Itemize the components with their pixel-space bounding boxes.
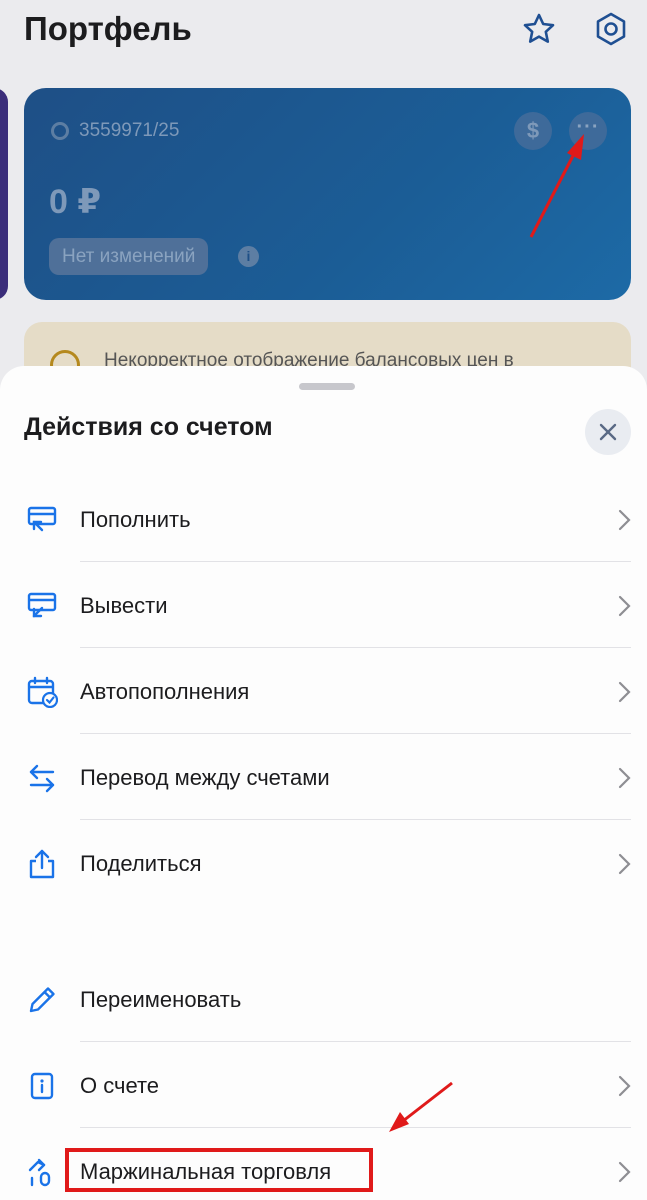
action-label: О счете <box>80 1073 160 1098</box>
close-icon <box>599 423 617 441</box>
action-transfer[interactable]: Перевод между счетами <box>0 734 647 820</box>
action-deposit[interactable]: Пополнить <box>0 476 647 562</box>
chevron-right-icon <box>618 853 631 875</box>
transfer-arrows-icon <box>29 764 55 793</box>
withdraw-icon <box>27 592 57 618</box>
action-label: Вывести <box>80 593 168 618</box>
action-about-account[interactable]: О счете <box>0 1042 647 1128</box>
close-button[interactable] <box>585 409 631 455</box>
action-rename[interactable]: Переименовать <box>0 956 647 1042</box>
annotation-arrow-top <box>529 134 584 238</box>
margin-trading-icon <box>28 1158 51 1187</box>
chevron-right-icon <box>618 681 631 703</box>
info-card-icon <box>30 1072 54 1100</box>
chevron-right-icon <box>618 509 631 531</box>
chevron-right-icon <box>618 1075 631 1097</box>
annotation-highlight-box <box>65 1148 373 1192</box>
chevron-right-icon <box>618 1161 631 1183</box>
sheet-grabber[interactable] <box>299 383 355 390</box>
calendar-check-icon <box>27 676 58 708</box>
action-label: Автопополнения <box>80 679 250 704</box>
action-label: Перевод между счетами <box>80 765 330 790</box>
pencil-icon <box>29 987 55 1013</box>
deposit-icon <box>27 506 57 532</box>
action-label: Пополнить <box>80 507 191 532</box>
action-share[interactable]: Поделиться <box>0 820 647 906</box>
action-label: Переименовать <box>80 987 242 1012</box>
chevron-right-icon <box>618 767 631 789</box>
account-actions-sheet: Действия со счетом Пополнить Вывести Авт… <box>0 366 647 1200</box>
chevron-right-icon <box>618 595 631 617</box>
action-label: Поделиться <box>80 851 202 876</box>
action-withdraw[interactable]: Вывести <box>0 562 647 648</box>
sheet-title: Действия со счетом <box>24 413 273 441</box>
action-autodeposit[interactable]: Автопополнения <box>0 648 647 734</box>
share-icon <box>29 849 55 879</box>
